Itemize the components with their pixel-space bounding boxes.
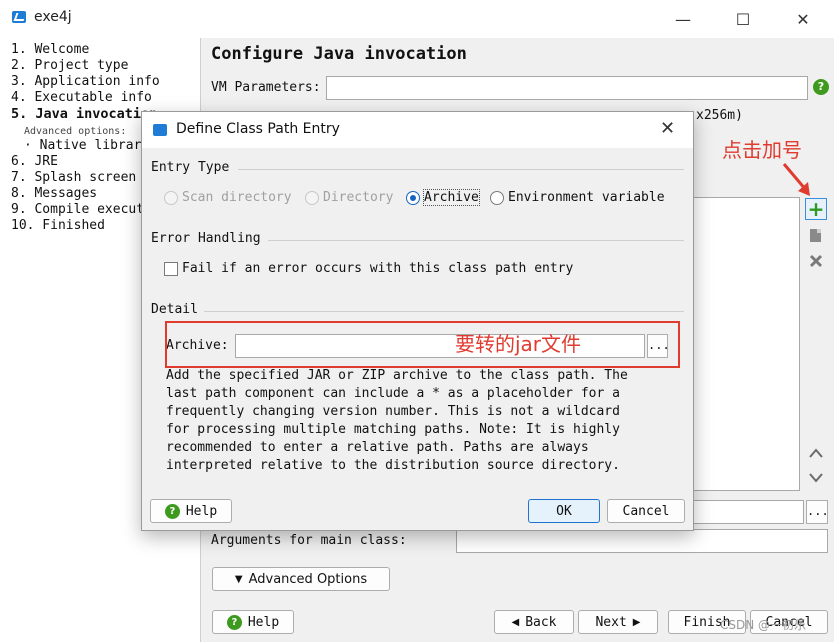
plus-icon: +	[807, 197, 825, 221]
triangle-down-icon: ▼	[234, 573, 243, 585]
step-application-info[interactable]: 3. Application info	[11, 74, 160, 90]
radio-scan-directory[interactable]: Scan directory	[164, 190, 292, 205]
step-splash-screen[interactable]: 7. Splash screen	[11, 170, 136, 186]
app-icon	[12, 11, 26, 23]
error-handling-title: Error Handling	[151, 231, 261, 246]
entry-type-divider	[238, 169, 684, 170]
window-title: exe4j	[34, 9, 72, 25]
radio-icon	[490, 190, 504, 205]
arrow-left-icon: ◀	[511, 616, 520, 628]
step-java-invocation[interactable]: 5. Java invocation	[11, 106, 157, 122]
dialog-cancel-button[interactable]: Cancel	[607, 499, 685, 523]
main-class-browse-button[interactable]: ...	[806, 500, 829, 524]
step-project-type[interactable]: 2. Project type	[11, 58, 128, 74]
dialog-close-button[interactable]: ✕	[660, 118, 675, 139]
page-title: Configure Java invocation	[211, 44, 467, 64]
move-down-button[interactable]	[805, 467, 827, 489]
maximize-button[interactable]: ☐	[720, 6, 766, 32]
dialog-help-button[interactable]: ? Help	[150, 499, 232, 523]
error-handling-divider	[268, 240, 684, 241]
annotation-highlight-box	[165, 321, 680, 368]
arguments-label: Arguments for main class:	[211, 533, 407, 548]
help-icon: ?	[226, 614, 242, 630]
radio-environment-variable[interactable]: Environment variable	[490, 190, 665, 205]
define-class-path-dialog: Define Class Path Entry ✕ Entry Type Sca…	[141, 111, 694, 531]
checkbox-icon	[164, 261, 178, 276]
entry-type-title: Entry Type	[151, 160, 230, 175]
back-button[interactable]: ◀ Back	[494, 610, 574, 634]
edit-entry-button[interactable]	[805, 224, 827, 246]
help-icon: ?	[164, 503, 180, 519]
next-button[interactable]: Next ▶	[578, 610, 658, 634]
detail-title: Detail	[151, 302, 198, 317]
edit-icon	[810, 229, 821, 242]
dialog-title-bar: Define Class Path Entry ✕	[142, 112, 693, 148]
title-bar: exe4j — ☐ ✕	[0, 0, 834, 38]
ok-button[interactable]: OK	[528, 499, 600, 523]
dialog-app-icon	[153, 124, 167, 136]
help-icon[interactable]: ?	[813, 79, 829, 95]
main-class-input[interactable]	[690, 500, 804, 524]
radio-icon	[305, 190, 319, 205]
step-welcome[interactable]: 1. Welcome	[11, 42, 89, 58]
csdn-watermark: CSDN @一初乐	[720, 618, 807, 632]
arguments-input[interactable]	[456, 529, 828, 553]
chevron-up-icon	[809, 448, 823, 458]
move-up-button[interactable]	[805, 442, 827, 464]
footer-help-button[interactable]: ? Help	[212, 610, 294, 634]
step-finished[interactable]: 10. Finished	[11, 218, 105, 234]
advanced-options-button[interactable]: ▼ Advanced Options	[212, 567, 390, 591]
vm-parameters-input[interactable]	[326, 76, 808, 100]
minimize-button[interactable]: —	[660, 6, 706, 32]
arrow-right-icon: ▶	[632, 616, 641, 628]
fail-on-error-checkbox[interactable]: Fail if an error occurs with this class …	[164, 261, 573, 276]
radio-checked-icon	[406, 190, 420, 205]
vm-hint-text: x256m)	[696, 108, 743, 123]
step-jre[interactable]: 6. JRE	[11, 154, 58, 170]
archive-description: Add the specified JAR or ZIP archive to …	[166, 368, 628, 473]
step-executable-info[interactable]: 4. Executable info	[11, 90, 152, 106]
radio-icon	[164, 190, 178, 205]
annotation-arrow-icon	[782, 163, 810, 196]
radio-directory[interactable]: Directory	[305, 190, 393, 205]
close-button[interactable]: ✕	[780, 6, 826, 32]
remove-entry-button[interactable]	[805, 250, 827, 272]
delete-icon	[809, 254, 823, 268]
radio-archive[interactable]: Archive	[406, 189, 480, 206]
chevron-down-icon	[809, 473, 823, 483]
vm-parameters-label: VM Parameters:	[211, 80, 321, 95]
dialog-title: Define Class Path Entry	[176, 121, 340, 137]
detail-divider	[204, 311, 684, 312]
step-messages[interactable]: 8. Messages	[11, 186, 97, 202]
annotation-jar-file: 要转的jar文件	[455, 332, 582, 356]
